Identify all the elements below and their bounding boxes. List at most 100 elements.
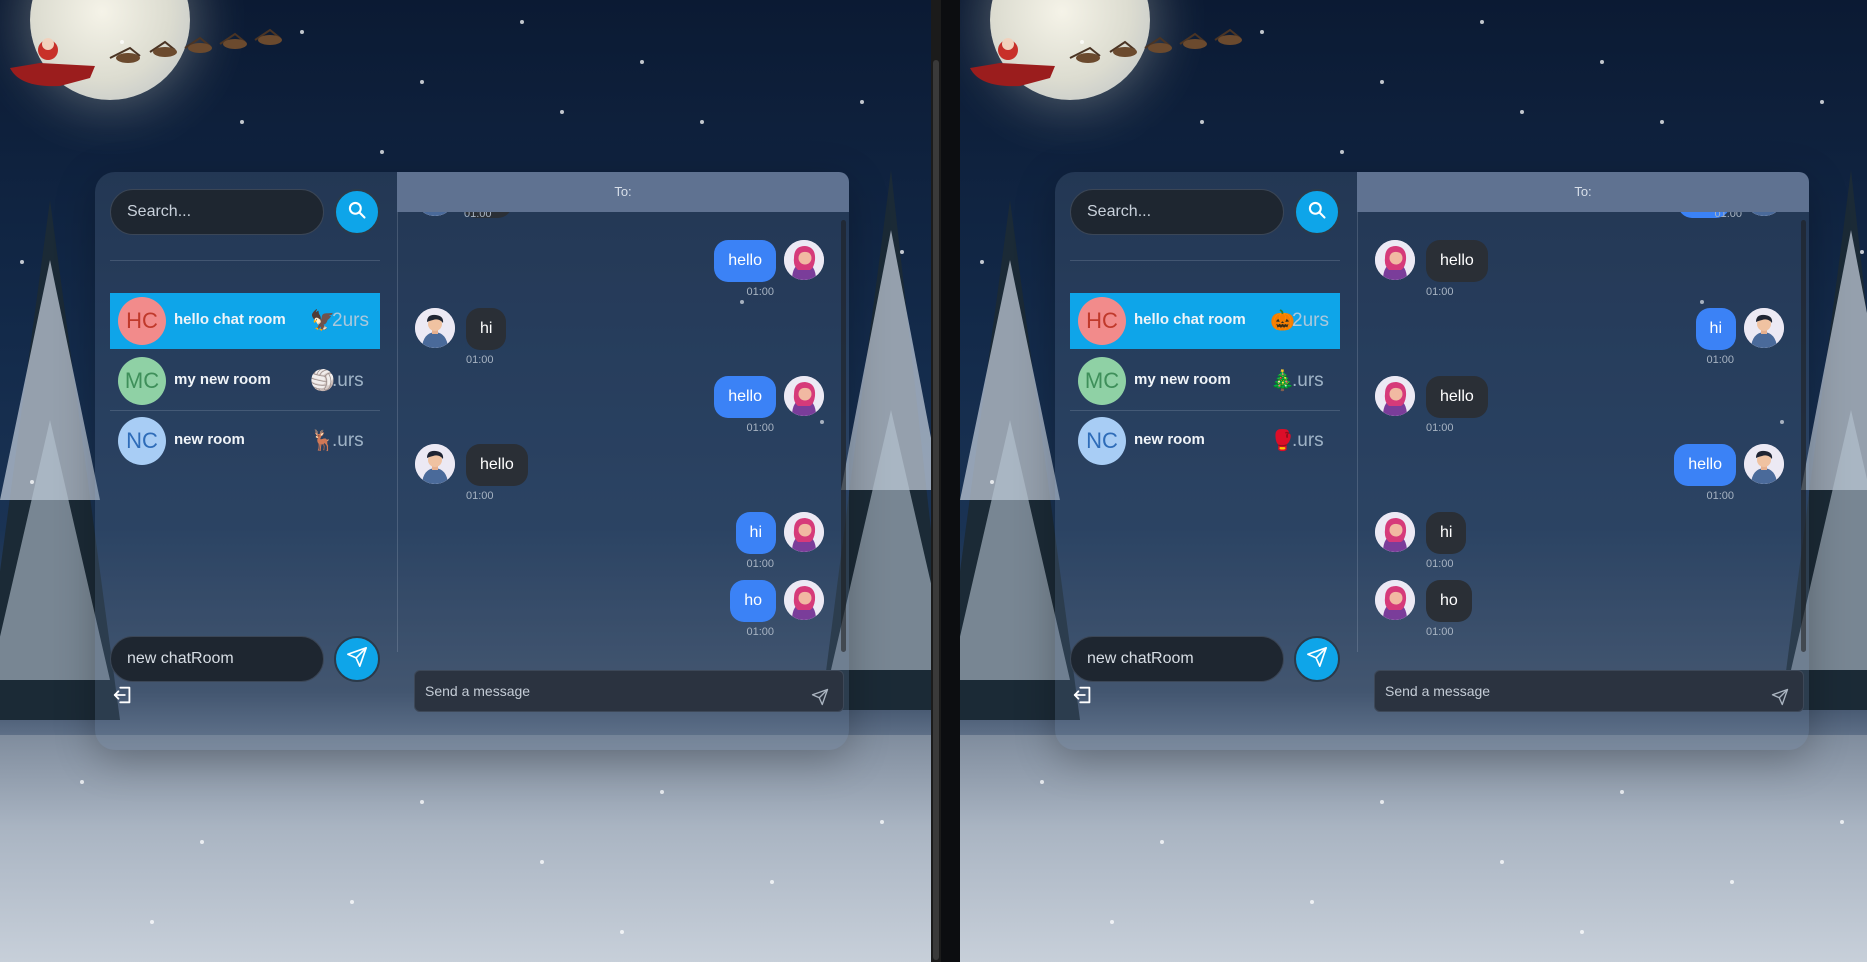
message-bubble: ho	[730, 580, 776, 622]
snowflake	[1600, 60, 1604, 64]
snowflake	[560, 110, 564, 114]
left-window: HChello chat room🦅2ursMCmy new room🏐.urs…	[0, 0, 941, 962]
new-room-input[interactable]: new chatRoom	[110, 636, 324, 682]
message: hello 01:00	[1358, 444, 1810, 504]
user-avatar	[1744, 444, 1784, 484]
snowflake	[120, 40, 124, 44]
message: ho 01:00	[398, 580, 850, 640]
snowflake	[1110, 920, 1114, 924]
snowflake	[770, 880, 774, 884]
search-input[interactable]	[1070, 189, 1284, 235]
create-room-button[interactable]	[334, 636, 380, 682]
snowflake	[520, 20, 524, 24]
logout-icon[interactable]	[112, 684, 134, 706]
message-bubble: hello	[1426, 240, 1488, 282]
message-bubble: hi	[1695, 308, 1736, 350]
snowflake	[1080, 40, 1084, 44]
room-name: new room	[174, 431, 245, 448]
message-time: 01:00	[746, 422, 774, 434]
user-avatar	[1744, 308, 1784, 348]
create-room-button[interactable]	[1294, 636, 1340, 682]
message-bubble: hello	[714, 240, 776, 282]
message: hello 01:00	[398, 240, 850, 300]
room-name: hello chat room	[174, 311, 286, 328]
search-button[interactable]	[334, 189, 380, 235]
snowflake	[1660, 120, 1664, 124]
snowflake	[150, 920, 154, 924]
message-time: 01:00	[746, 558, 774, 570]
snowflake	[900, 250, 904, 254]
room-item[interactable]: HC hello chat room 🦅 2urs	[110, 293, 380, 349]
room-item[interactable]: MC my new room 🏐 .urs	[110, 353, 380, 409]
room-item[interactable]: HC hello chat room 🎃 2urs	[1070, 293, 1340, 349]
message-bubble: hello	[1674, 444, 1736, 486]
snowflake	[1340, 150, 1344, 154]
message: ho 01:00	[1358, 580, 1810, 640]
snowflake	[1840, 820, 1844, 824]
room-item[interactable]: NC new room 🦌 .urs	[110, 413, 380, 469]
room-user-count: 2urs	[1292, 310, 1329, 331]
message-bubble: hi	[735, 512, 776, 554]
search-button[interactable]	[1294, 189, 1340, 235]
snowflake	[1860, 250, 1864, 254]
room-avatar: MC	[118, 357, 166, 405]
message-bubble: hello	[1426, 376, 1488, 418]
chat-area: To: 01:00 hello 01:00 hi 01:00 hello 01:00 hello…	[1357, 172, 1809, 750]
room-avatar: NC	[118, 417, 166, 465]
snowflake	[1820, 100, 1824, 104]
message-bubble: hi	[1426, 512, 1467, 554]
search-icon	[347, 200, 367, 225]
room-avatar: HC	[118, 297, 166, 345]
snowflake	[420, 800, 424, 804]
snowflake	[200, 840, 204, 844]
room-name: my new room	[174, 371, 271, 388]
message-placeholder: Send a message	[1385, 683, 1491, 699]
room-avatar: MC	[1078, 357, 1126, 405]
snowflake	[1380, 80, 1384, 84]
room-user-count: 2urs	[332, 310, 369, 331]
send-icon[interactable]	[1771, 681, 1791, 706]
divider	[1070, 410, 1340, 411]
room-name: my new room	[1134, 371, 1231, 388]
new-room-input[interactable]: new chatRoom	[1070, 636, 1284, 682]
santa-sleigh-decoration	[970, 28, 1242, 87]
message-time: 01:00	[464, 212, 492, 220]
message: hello 01:00	[398, 376, 850, 436]
user-avatar	[415, 444, 455, 484]
divider	[110, 410, 380, 411]
snowflake	[620, 930, 624, 934]
message-time: 01:00	[1426, 422, 1454, 434]
window-scrollbar[interactable]	[931, 0, 941, 962]
message-time: 01:00	[1706, 354, 1734, 366]
message-bubble: hi	[466, 308, 507, 350]
room-name: new room	[1134, 431, 1205, 448]
chat-scrollbar[interactable]	[841, 220, 846, 652]
message-input[interactable]: Send a message	[414, 670, 844, 712]
rooms-sidebar: HChello chat room🎃2ursMCmy new room🎄.urs…	[1055, 172, 1355, 750]
room-user-count: .urs	[332, 430, 364, 451]
room-item[interactable]: NC new room 🥊 .urs	[1070, 413, 1340, 469]
message-time: 01:00	[746, 286, 774, 298]
room-item[interactable]: MC my new room 🎄 .urs	[1070, 353, 1340, 409]
snowflake	[1260, 30, 1264, 34]
room-user-count: .urs	[332, 370, 364, 391]
user-avatar	[1375, 376, 1415, 416]
message: hello 01:00	[1358, 240, 1810, 300]
send-icon[interactable]	[811, 681, 831, 706]
snowflake	[880, 820, 884, 824]
room-avatar: NC	[1078, 417, 1126, 465]
user-avatar	[784, 512, 824, 552]
search-input[interactable]	[110, 189, 324, 235]
snowflake	[20, 260, 24, 264]
logout-icon[interactable]	[1072, 684, 1094, 706]
chat-scrollbar[interactable]	[1801, 220, 1806, 652]
message-input[interactable]: Send a message	[1374, 670, 1804, 712]
message-list: 01:00 hello 01:00 hi 01:00 hello 01:00 hello 01:…	[1357, 212, 1810, 652]
right-window: HChello chat room🎃2ursMCmy new room🎄.urs…	[960, 0, 1867, 962]
divider	[1070, 260, 1340, 261]
snowflake	[1620, 790, 1624, 794]
message-bubble: hello	[714, 376, 776, 418]
search-icon	[1307, 200, 1327, 225]
message-time: 01:00	[1426, 558, 1454, 570]
send-icon	[346, 646, 368, 673]
